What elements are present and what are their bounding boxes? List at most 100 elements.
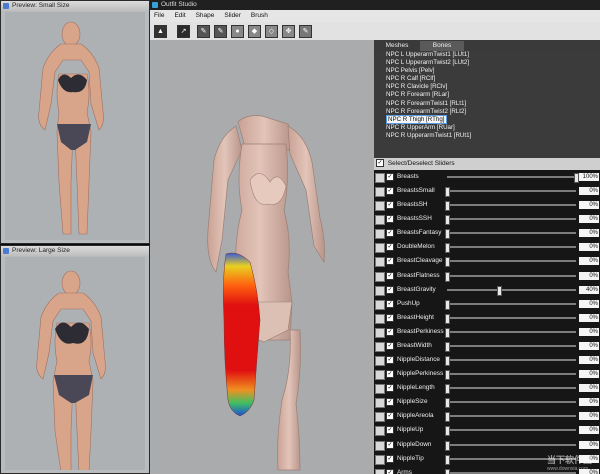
bone-list[interactable]: NPC L UpperarmTwist1 [LUt1] NPC L Upperar… <box>374 51 600 158</box>
slider-checkbox[interactable]: ✓ <box>386 384 394 393</box>
slider-edit-brush-icon[interactable] <box>375 257 385 268</box>
slider-handle[interactable] <box>445 341 450 352</box>
slider-edit-brush-icon[interactable] <box>375 426 385 437</box>
slider-handle[interactable] <box>445 257 450 268</box>
slider-checkbox[interactable]: ✓ <box>386 370 394 379</box>
slider-value-field[interactable]: 0% <box>579 215 599 224</box>
slider-edit-brush-icon[interactable] <box>375 440 385 451</box>
large-preview-titlebar[interactable]: Preview: Large Size <box>1 246 149 256</box>
slider-track[interactable] <box>447 173 579 183</box>
slider-checkbox[interactable]: ✓ <box>386 201 394 210</box>
slider-handle[interactable] <box>445 215 450 226</box>
slider-edit-brush-icon[interactable] <box>375 173 385 183</box>
transform-icon[interactable]: ✥ <box>282 25 295 38</box>
slider-track[interactable] <box>445 327 576 338</box>
menu-file[interactable]: File <box>150 10 168 22</box>
brush-smooth-icon[interactable]: ● <box>231 25 244 38</box>
bone-list-item[interactable]: NPC R Clavicle [RClv] <box>374 83 600 91</box>
menu-brush[interactable]: Brush <box>247 10 272 22</box>
slider-track[interactable] <box>445 341 576 352</box>
outfit-studio-window[interactable]: Outfit Studio File Edit Shape Slider Bru… <box>150 0 600 474</box>
slider-handle[interactable] <box>496 285 502 296</box>
slider-checkbox[interactable]: ✓ <box>386 313 394 322</box>
select-tool-icon[interactable]: ▲ <box>154 25 167 38</box>
slider-edit-brush-icon[interactable] <box>375 313 385 324</box>
slider-checkbox[interactable]: ✓ <box>386 271 394 280</box>
slider-handle[interactable] <box>445 327 450 338</box>
slider-track[interactable] <box>445 426 576 437</box>
slider-checkbox[interactable]: ✓ <box>386 341 394 350</box>
slider-track[interactable] <box>445 412 576 423</box>
slider-list[interactable]: ✓ Breasts 100% ✓ BreastsSmall 0% ✓ BreastsSH 0% ✓… <box>374 170 600 474</box>
slider-value-field[interactable]: 0% <box>579 327 599 336</box>
slider-value-field[interactable]: 0% <box>579 271 599 280</box>
slider-track[interactable] <box>445 370 576 381</box>
slider-value-field[interactable]: 0% <box>579 243 599 252</box>
slider-track[interactable] <box>445 299 576 310</box>
slider-value-field[interactable]: 40% <box>579 285 599 294</box>
small-preview-titlebar[interactable]: Preview: Small Size <box>1 1 149 11</box>
slider-edit-brush-icon[interactable] <box>375 341 385 352</box>
slider-handle[interactable] <box>445 384 450 395</box>
menu-edit[interactable]: Edit <box>170 10 189 22</box>
slider-checkbox[interactable]: ✓ <box>386 356 394 365</box>
slider-checkbox[interactable]: ✓ <box>386 243 394 252</box>
slider-edit-brush-icon[interactable] <box>375 454 385 465</box>
slider-checkbox[interactable]: ✓ <box>386 285 394 294</box>
slider-value-field[interactable]: 0% <box>579 201 599 210</box>
slider-value-field[interactable]: 0% <box>579 370 599 379</box>
slider-handle[interactable] <box>445 299 450 310</box>
bone-list-item[interactable]: NPC R Thigh [RThg] <box>374 114 600 124</box>
slider-edit-brush-icon[interactable] <box>375 398 385 409</box>
move-tool-icon[interactable]: ↗ <box>177 25 190 38</box>
slider-handle[interactable] <box>445 201 450 212</box>
bone-list-item[interactable]: NPC L UpperarmTwist1 [LUt1] <box>374 51 600 59</box>
slider-edit-brush-icon[interactable] <box>375 356 385 367</box>
bone-list-item[interactable]: NPC R Forearm [RLar] <box>374 91 600 99</box>
slider-checkbox[interactable]: ✓ <box>386 187 394 196</box>
slider-track[interactable] <box>445 384 576 395</box>
slider-value-field[interactable]: 100% <box>579 173 599 181</box>
bone-list-item[interactable]: NPC Pelvis [Pelv] <box>374 67 600 75</box>
slider-edit-brush-icon[interactable] <box>375 412 385 423</box>
brush-mask-icon[interactable]: ◆ <box>248 25 261 38</box>
slider-handle[interactable] <box>445 412 450 423</box>
slider-edit-brush-icon[interactable] <box>375 285 385 296</box>
slider-track[interactable] <box>445 201 576 212</box>
slider-checkbox[interactable]: ✓ <box>386 412 394 421</box>
slider-checkbox[interactable]: ✓ <box>386 229 394 238</box>
slider-edit-brush-icon[interactable] <box>375 468 385 474</box>
slider-checkbox[interactable]: ✓ <box>386 426 394 435</box>
brush-unmask-icon[interactable]: ◇ <box>265 25 278 38</box>
slider-track[interactable] <box>445 257 576 268</box>
slider-track[interactable] <box>445 187 576 198</box>
bone-list-item[interactable]: NPC R UpperarmTwist1 [RUt1] <box>374 132 600 140</box>
bone-list-item[interactable]: NPC L UpperarmTwist2 [LUt2] <box>374 59 600 67</box>
menu-slider[interactable]: Slider <box>220 10 245 22</box>
brush-deflate-icon[interactable]: ✎ <box>214 25 227 38</box>
small-preview-window[interactable]: Preview: Small Size <box>0 0 150 244</box>
slider-track[interactable] <box>447 285 576 296</box>
slider-handle[interactable] <box>445 398 450 409</box>
slider-track[interactable] <box>445 398 576 409</box>
large-preview-window[interactable]: Preview: Large Size <box>0 245 150 474</box>
slider-handle[interactable] <box>445 313 450 324</box>
slider-track[interactable] <box>445 356 576 367</box>
large-preview-viewport[interactable] <box>5 257 145 470</box>
slider-value-field[interactable]: 0% <box>579 356 599 365</box>
slider-track[interactable] <box>445 440 576 451</box>
slider-checkbox[interactable]: ✓ <box>386 440 394 449</box>
slider-value-field[interactable]: 0% <box>579 384 599 393</box>
slider-value-field[interactable]: 0% <box>579 257 599 266</box>
slider-checkbox[interactable]: ✓ <box>386 257 394 266</box>
tab-bones[interactable]: Bones <box>420 41 464 51</box>
slider-checkbox[interactable]: ✓ <box>386 173 394 181</box>
slider-value-field[interactable]: 0% <box>579 426 599 435</box>
slider-edit-brush-icon[interactable] <box>375 229 385 240</box>
bone-list-item[interactable]: NPC R UpperArm [RUar] <box>374 124 600 132</box>
slider-checkbox[interactable]: ✓ <box>386 327 394 336</box>
slider-checkbox[interactable]: ✓ <box>386 299 394 308</box>
slider-handle[interactable] <box>445 271 450 282</box>
slider-checkbox[interactable]: ✓ <box>386 468 394 474</box>
slider-handle[interactable] <box>445 370 450 381</box>
